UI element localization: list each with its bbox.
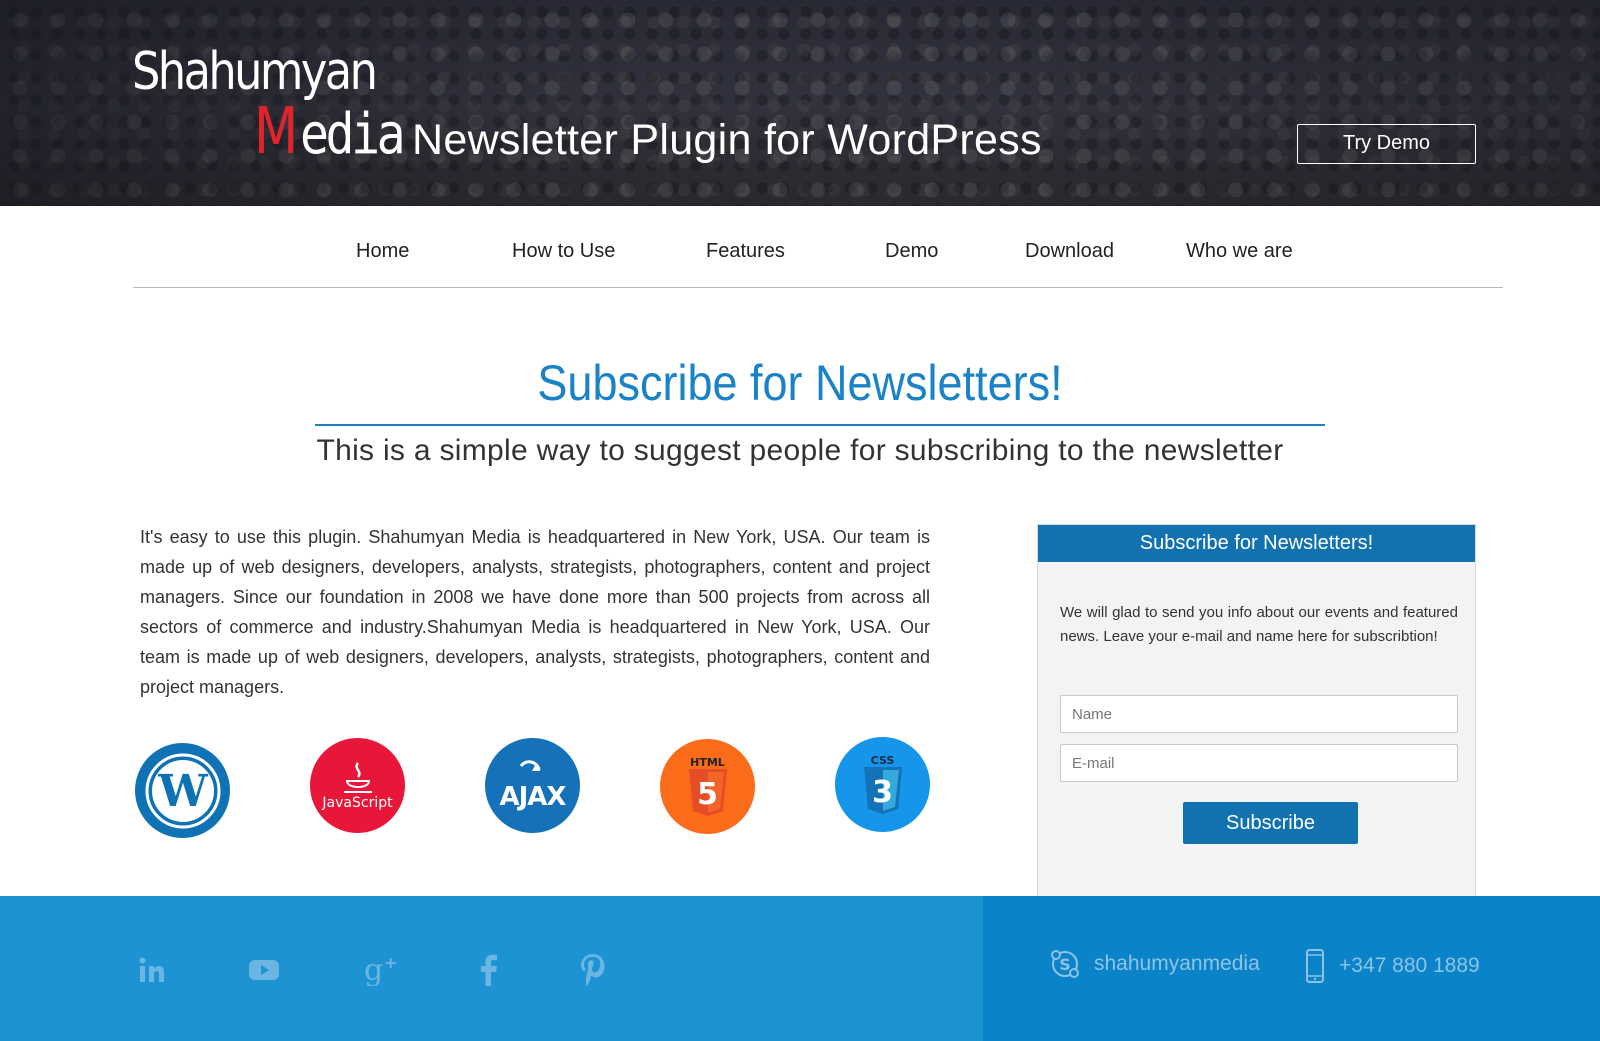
name-field[interactable] xyxy=(1060,695,1458,733)
hero-title: Subscribe for Newsletters! xyxy=(537,355,1063,411)
skype-icon: S xyxy=(1051,950,1079,978)
svg-text:g: g xyxy=(364,954,383,986)
nav-item-features[interactable]: Features xyxy=(706,240,785,263)
css3-label: CSS xyxy=(870,754,895,767)
wordpress-icon: W xyxy=(135,743,230,838)
ajax-icon: AJAX xyxy=(485,738,580,833)
subscribe-button[interactable]: Subscribe xyxy=(1183,802,1358,844)
widget-title: Subscribe for Newsletters! xyxy=(1038,525,1475,562)
youtube-icon[interactable] xyxy=(244,950,284,990)
html5-icon: HTML 5 xyxy=(660,739,755,834)
logo-text-bottom: edia xyxy=(300,102,406,167)
skype-contact[interactable]: S shahumyanmedia xyxy=(1050,949,1260,979)
logo-text-top: Shahumyan xyxy=(132,42,378,102)
linkedin-icon[interactable] xyxy=(132,950,172,990)
google-plus-icon[interactable]: g + xyxy=(361,950,401,990)
html5-digit: 5 xyxy=(697,777,718,812)
html5-label: HTML xyxy=(690,756,725,769)
main-nav: Home How to Use Features Demo Download W… xyxy=(133,206,1503,288)
nav-item-download[interactable]: Download xyxy=(1025,240,1114,263)
javascript-label: JavaScript xyxy=(322,794,393,811)
svg-text:S: S xyxy=(1059,955,1071,974)
site-title: Newsletter Plugin for WordPress xyxy=(412,116,1042,164)
phone-contact[interactable]: +347 880 1889 xyxy=(1305,949,1480,983)
logo-letter-m: M xyxy=(254,95,299,169)
subscribe-widget: Subscribe for Newsletters! We will glad … xyxy=(1037,524,1476,896)
nav-item-home[interactable]: Home xyxy=(356,240,409,263)
pinterest-icon[interactable] xyxy=(573,950,613,990)
nav-item-demo[interactable]: Demo xyxy=(885,240,938,263)
logo[interactable]: Shahumyan M edia xyxy=(132,42,406,169)
hero-divider xyxy=(315,424,1325,426)
header-banner: Shahumyan M edia Newsletter Plugin for W… xyxy=(0,0,1600,206)
facebook-icon[interactable] xyxy=(469,950,509,990)
skype-name: shahumyanmedia xyxy=(1094,952,1260,975)
svg-text:W: W xyxy=(157,766,208,817)
ajax-label: AJAX xyxy=(499,781,567,812)
svg-text:+: + xyxy=(384,954,397,972)
javascript-icon: JavaScript xyxy=(310,738,405,833)
phone-number: +347 880 1889 xyxy=(1339,954,1480,977)
phone-icon xyxy=(1306,949,1324,983)
nav-item-who-we-are[interactable]: Who we are xyxy=(1186,240,1293,263)
intro-paragraph: It's easy to use this plugin. Shahumyan … xyxy=(140,527,930,697)
hero-subtitle: This is a simple way to suggest people f… xyxy=(316,434,1284,467)
email-field[interactable] xyxy=(1060,744,1458,782)
try-demo-button[interactable]: Try Demo xyxy=(1297,124,1476,164)
css3-icon: CSS 3 xyxy=(835,737,930,832)
nav-item-how-to-use[interactable]: How to Use xyxy=(512,240,615,263)
widget-description: We will glad to send you info about our … xyxy=(1060,604,1458,645)
css3-digit: 3 xyxy=(872,775,893,810)
